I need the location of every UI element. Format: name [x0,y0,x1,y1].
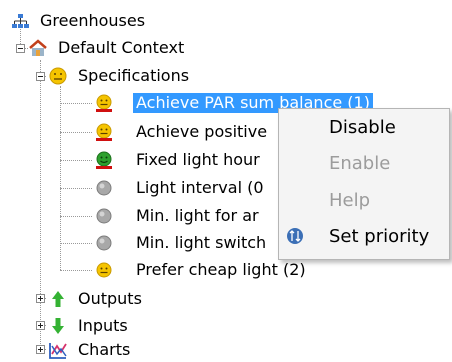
priority-icon [287,228,303,244]
menu-item-help[interactable]: Help [329,190,370,212]
tree-node-outputs[interactable]: Outputs [48,286,142,311]
tree-node-label: Outputs [78,288,142,308]
tree-guide-line [60,243,92,244]
smiley-face-icon [96,94,112,112]
spec-item[interactable]: Min. light for ar [94,203,259,228]
green-up-arrow-icon [52,290,64,307]
expand-toggle[interactable] [36,294,45,303]
network-icon [12,13,29,28]
tree-guide-line [60,160,92,161]
smiley-face-icon [49,67,67,84]
gray-circle-icon [96,208,112,223]
expand-toggle[interactable] [36,345,45,354]
tree-node-label: Charts [78,339,131,359]
spec-item[interactable]: Achieve positive [94,119,267,144]
spec-item[interactable]: Light interval (0 [94,175,264,200]
spec-item-label: Fixed light hour [136,149,260,169]
green-down-arrow-icon [52,317,64,334]
spec-item-label: Light interval (0 [136,177,264,197]
spec-item-label: Min. light switch [136,232,267,252]
gray-circle-icon [96,180,112,195]
collapse-toggle[interactable] [16,44,25,53]
home-icon [29,38,47,56]
tree-guide-line [40,60,41,350]
menu-item-set-priority[interactable]: Set priority [329,226,429,248]
chart-icon [49,342,67,359]
spec-item[interactable]: Prefer cheap light (2) [94,257,306,282]
tree-node-label: Inputs [78,315,128,335]
spec-item-label: Achieve positive [136,121,268,141]
tree-node-label: Default Context [58,37,185,57]
smiley-face-icon [96,151,112,169]
expand-toggle[interactable] [36,321,45,330]
tree-node-charts[interactable]: Charts [48,337,130,362]
tree-node-specifications[interactable]: Specifications [48,63,189,88]
tree-node-greenhouses[interactable]: Greenhouses [10,8,145,33]
tree-guide-line [60,188,92,189]
spec-item-label: Min. light for ar [136,205,259,225]
tree-node-default-context[interactable]: Default Context [28,35,184,60]
context-menu: Disable Enable Help Set priority [278,108,450,260]
tree-guide-line [60,216,92,217]
tree-node-inputs[interactable]: Inputs [48,313,128,338]
menu-item-enable[interactable]: Enable [329,153,390,175]
gray-circle-icon [96,235,112,250]
tree-node-label: Specifications [78,65,190,85]
tree-node-label: Greenhouses [40,10,146,30]
menu-item-disable[interactable]: Disable [329,117,396,139]
smiley-face-icon [96,262,112,277]
spec-item[interactable]: Min. light switch [94,230,266,255]
tree-guide-line [60,103,92,104]
tree-guide-line [60,270,92,271]
spec-item[interactable]: Fixed light hour [94,147,260,172]
collapse-toggle[interactable] [36,72,45,81]
tree-guide-line [60,132,92,133]
smiley-face-icon [96,123,112,141]
spec-item-label: Prefer cheap light (2) [136,259,306,279]
